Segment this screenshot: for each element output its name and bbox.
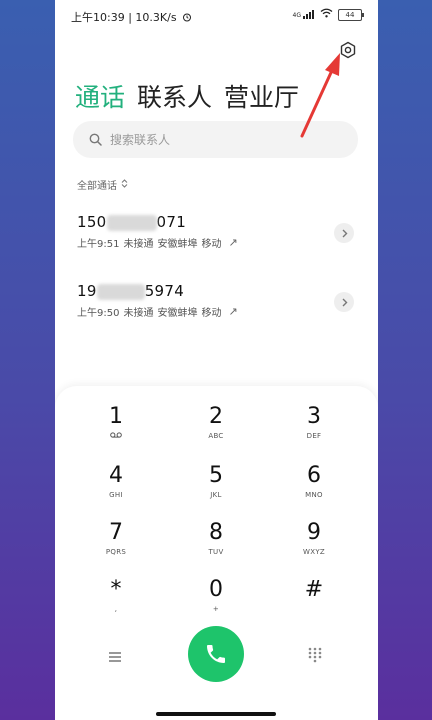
call-time: 上午9:50 bbox=[77, 308, 120, 319]
call-log-item[interactable]: 19 5974 上午9:50 未接通 安徽蚌埠 移动 ↗ bbox=[55, 282, 378, 332]
search-icon bbox=[89, 133, 102, 146]
settings-button[interactable] bbox=[338, 40, 358, 60]
menu-button[interactable] bbox=[108, 648, 122, 662]
signal-icon: 4G bbox=[293, 10, 315, 19]
call-location: 安徽蚌埠 bbox=[157, 308, 198, 319]
status-bar: 上午10:39 | 10.3K/s 4G 44 bbox=[55, 0, 378, 34]
phone-icon bbox=[207, 645, 225, 663]
status-icons: 4G 44 bbox=[293, 8, 364, 21]
chevron-right-icon bbox=[342, 298, 347, 306]
home-indicator[interactable] bbox=[156, 712, 276, 716]
key-1[interactable]: 1 bbox=[71, 404, 161, 454]
wifi-icon bbox=[320, 8, 333, 21]
key-8[interactable]: 8 TUV bbox=[171, 520, 261, 570]
alarm-icon bbox=[180, 11, 192, 24]
tab-service-hall[interactable]: 营业厅 bbox=[224, 78, 299, 114]
key-5[interactable]: 5 JKL bbox=[171, 463, 261, 513]
key-hash[interactable]: # bbox=[269, 577, 359, 627]
dialpad-toggle-button[interactable] bbox=[308, 647, 322, 663]
battery-icon: 44 bbox=[338, 8, 364, 21]
call-details: 上午9:50 未接通 安徽蚌埠 移动 ↗ bbox=[77, 304, 238, 319]
outgoing-call-icon: ↗ bbox=[228, 305, 238, 318]
redacted-digits bbox=[96, 283, 145, 300]
call-button[interactable] bbox=[188, 626, 244, 682]
call-status: 未接通 bbox=[123, 239, 154, 250]
call-carrier: 移动 bbox=[201, 308, 222, 319]
search-input[interactable]: 搜索联系人 bbox=[73, 121, 358, 158]
menu-icon bbox=[109, 652, 121, 662]
top-tabs: 通话 联系人 营业厅 bbox=[75, 78, 299, 114]
search-placeholder: 搜索联系人 bbox=[110, 133, 171, 147]
call-details: 上午9:51 未接通 安徽蚌埠 移动 ↗ bbox=[77, 235, 238, 250]
dialpad-icon bbox=[308, 647, 322, 663]
call-detail-button[interactable] bbox=[334, 223, 354, 243]
call-number: 150 071 bbox=[77, 213, 187, 231]
tab-calls[interactable]: 通话 bbox=[75, 78, 125, 114]
key-3[interactable]: 3 DEF bbox=[269, 404, 359, 454]
call-filter-label: 全部通话 bbox=[77, 181, 117, 192]
signal-type: 4G bbox=[292, 12, 301, 19]
key-9[interactable]: 9 WXYZ bbox=[269, 520, 359, 570]
call-detail-button[interactable] bbox=[334, 292, 354, 312]
call-log-item[interactable]: 150 071 上午9:51 未接通 安徽蚌埠 移动 ↗ bbox=[55, 213, 378, 263]
key-2[interactable]: 2 ABC bbox=[171, 404, 261, 454]
status-time-speed: 上午10:39 | 10.3K/s bbox=[71, 9, 192, 25]
redacted-digits bbox=[106, 214, 157, 231]
outgoing-call-icon: ↗ bbox=[228, 236, 238, 249]
call-status: 未接通 bbox=[123, 308, 154, 319]
call-time: 上午9:51 bbox=[77, 239, 120, 250]
tab-contacts[interactable]: 联系人 bbox=[137, 78, 212, 114]
call-carrier: 移动 bbox=[201, 239, 222, 250]
sort-icon bbox=[121, 178, 128, 191]
dial-keypad: 1 2 ABC 3 DEF 4 GHI 5 JKL 6 MNO 7 PQRS 8… bbox=[55, 386, 378, 720]
key-0[interactable]: 0 + bbox=[171, 577, 261, 627]
key-4[interactable]: 4 GHI bbox=[71, 463, 161, 513]
key-star[interactable]: * , bbox=[71, 577, 161, 627]
key-7[interactable]: 7 PQRS bbox=[71, 520, 161, 570]
dialer-screen: 上午10:39 | 10.3K/s 4G 44 通话 联系人 营业厅 搜索联系人… bbox=[55, 0, 378, 720]
key-6[interactable]: 6 MNO bbox=[269, 463, 359, 513]
call-number: 19 5974 bbox=[77, 282, 185, 300]
gear-icon bbox=[340, 41, 356, 59]
status-network-speed: 10.3K/s bbox=[135, 11, 177, 24]
chevron-right-icon bbox=[342, 229, 347, 237]
status-time: 上午10:39 bbox=[71, 11, 125, 24]
call-location: 安徽蚌埠 bbox=[157, 239, 198, 250]
voicemail-icon bbox=[71, 432, 161, 440]
call-filter-dropdown[interactable]: 全部通话 bbox=[77, 177, 128, 192]
